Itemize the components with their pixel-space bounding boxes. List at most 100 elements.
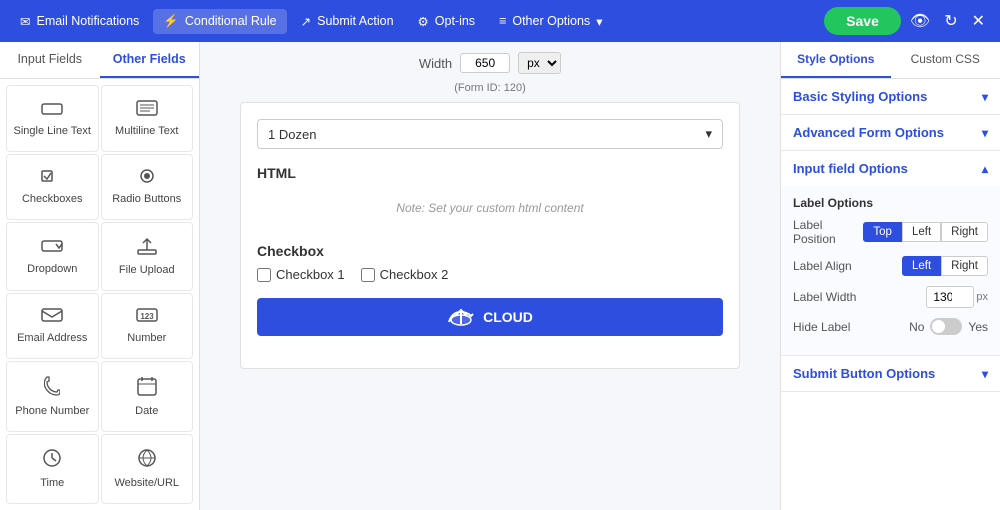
checkbox-item-2[interactable]: Checkbox 2 bbox=[361, 267, 449, 282]
field-dropdown[interactable]: Dropdown bbox=[6, 222, 99, 291]
label-align-group: Left Right bbox=[902, 256, 988, 276]
px-select[interactable]: px % bbox=[518, 52, 561, 74]
field-phone-label: Phone Number bbox=[15, 405, 89, 417]
submit-preview-button[interactable]: CLOUD bbox=[257, 298, 723, 336]
label-width-input[interactable] bbox=[926, 286, 974, 308]
form-row-submit-preview: CLOUD bbox=[257, 298, 723, 336]
right-tabs: Style Options Custom CSS bbox=[781, 42, 1000, 79]
field-date[interactable]: Date bbox=[101, 361, 194, 432]
close-button[interactable]: ✕ bbox=[967, 6, 990, 36]
accordion-input-header[interactable]: Input field Options ▴ bbox=[781, 151, 1000, 186]
single-line-icon bbox=[41, 100, 63, 121]
phone-icon bbox=[44, 376, 60, 401]
checkbox-1-label: Checkbox 1 bbox=[276, 267, 345, 282]
right-panel: Style Options Custom CSS Basic Styling O… bbox=[780, 42, 1000, 510]
field-email[interactable]: Email Address bbox=[6, 293, 99, 360]
top-nav: ✉ Email Notifications ⚡ Conditional Rule… bbox=[0, 0, 1000, 42]
accordion-basic-header[interactable]: Basic Styling Options ▾ bbox=[781, 79, 1000, 114]
refresh-button[interactable]: ↻ bbox=[939, 6, 962, 36]
time-icon bbox=[42, 448, 62, 473]
label-pos-left[interactable]: Left bbox=[902, 222, 941, 242]
accordion-submit-label: Submit Button Options bbox=[793, 366, 935, 381]
label-align-label: Label Align bbox=[793, 259, 852, 273]
html-section-label: HTML bbox=[257, 165, 723, 181]
save-button[interactable]: Save bbox=[824, 7, 901, 35]
accordion-advanced-label: Advanced Form Options bbox=[793, 125, 944, 140]
fields-grid: Single Line Text Multiline Text Checkbox… bbox=[0, 79, 199, 510]
field-radio-label: Radio Buttons bbox=[112, 193, 181, 205]
other-icon: ≡ bbox=[499, 14, 506, 28]
html-note: Note: Set your custom html content bbox=[257, 189, 723, 227]
accordion-input-body: Label Options Label Position Top Left Ri… bbox=[781, 186, 1000, 355]
label-width-label: Label Width bbox=[793, 290, 856, 304]
form-row-dropdown: 1 Dozen ▾ bbox=[257, 119, 723, 149]
checkbox-item-1[interactable]: Checkbox 1 bbox=[257, 267, 345, 282]
checkboxes-icon bbox=[41, 168, 63, 189]
nav-submit-label: Submit Action bbox=[317, 14, 393, 28]
field-date-label: Date bbox=[135, 405, 158, 417]
label-width-input-wrap: px bbox=[926, 286, 988, 308]
hide-label-row: Hide Label No Yes bbox=[793, 318, 988, 335]
tab-other-fields[interactable]: Other Fields bbox=[100, 42, 200, 78]
field-single-line[interactable]: Single Line Text bbox=[6, 85, 99, 152]
preview-button[interactable]: 👁 bbox=[905, 6, 935, 36]
field-phone[interactable]: Phone Number bbox=[6, 361, 99, 432]
tab-input-fields[interactable]: Input Fields bbox=[0, 42, 100, 78]
hide-label-label: Hide Label bbox=[793, 320, 850, 334]
nav-optins[interactable]: ⚙ Opt-ins bbox=[408, 9, 486, 34]
accordion-basic-label: Basic Styling Options bbox=[793, 89, 927, 104]
label-position-label: Label Position bbox=[793, 218, 863, 246]
tab-style-options[interactable]: Style Options bbox=[781, 42, 891, 78]
field-file-upload-label: File Upload bbox=[119, 264, 175, 276]
accordion-basic: Basic Styling Options ▾ bbox=[781, 79, 1000, 115]
field-website[interactable]: Website/URL bbox=[101, 434, 194, 505]
field-tabs: Input Fields Other Fields bbox=[0, 42, 199, 79]
nav-conditional[interactable]: ⚡ Conditional Rule bbox=[153, 9, 286, 34]
field-time[interactable]: Time bbox=[6, 434, 99, 505]
label-options-heading: Label Options bbox=[793, 196, 988, 210]
multiline-icon bbox=[136, 100, 158, 121]
field-number[interactable]: 123 Number bbox=[101, 293, 194, 360]
field-file-upload[interactable]: File Upload bbox=[101, 222, 194, 291]
hide-label-toggle[interactable] bbox=[930, 318, 962, 335]
field-radio[interactable]: Radio Buttons bbox=[101, 154, 194, 221]
chevron-submit-icon: ▾ bbox=[982, 367, 988, 381]
field-multiline[interactable]: Multiline Text bbox=[101, 85, 194, 152]
form-id: (Form ID: 120) bbox=[454, 82, 526, 94]
submit-icon: ↗ bbox=[301, 14, 311, 29]
accordion-input: Input field Options ▴ Label Options Labe… bbox=[781, 151, 1000, 356]
nav-conditional-label: Conditional Rule bbox=[185, 14, 277, 28]
dropdown-field[interactable]: 1 Dozen ▾ bbox=[257, 119, 723, 149]
accordion-advanced-header[interactable]: Advanced Form Options ▾ bbox=[781, 115, 1000, 150]
label-align-left[interactable]: Left bbox=[902, 256, 941, 276]
field-checkboxes-label: Checkboxes bbox=[22, 193, 83, 205]
canvas-form: 1 Dozen ▾ HTML Note: Set your custom htm… bbox=[240, 102, 740, 369]
chevron-input-icon: ▴ bbox=[982, 162, 988, 176]
field-multiline-label: Multiline Text bbox=[115, 125, 178, 137]
width-label: Width bbox=[419, 56, 452, 71]
accordion-submit-header[interactable]: Submit Button Options ▾ bbox=[781, 356, 1000, 391]
width-input[interactable] bbox=[460, 53, 510, 73]
hide-label-no: No bbox=[909, 320, 924, 334]
file-upload-icon bbox=[136, 237, 158, 260]
label-width-unit: px bbox=[976, 291, 988, 303]
left-panel: Input Fields Other Fields Single Line Te… bbox=[0, 42, 200, 510]
label-pos-right[interactable]: Right bbox=[941, 222, 988, 242]
field-checkboxes[interactable]: Checkboxes bbox=[6, 154, 99, 221]
label-pos-top[interactable]: Top bbox=[863, 222, 902, 242]
email-field-icon bbox=[41, 307, 63, 328]
svg-text:123: 123 bbox=[140, 312, 154, 321]
label-align-right[interactable]: Right bbox=[941, 256, 988, 276]
checkbox-1-input[interactable] bbox=[257, 268, 271, 282]
label-align-row: Label Align Left Right bbox=[793, 256, 988, 276]
nav-email-label: Email Notifications bbox=[36, 14, 139, 28]
nav-email[interactable]: ✉ Email Notifications bbox=[10, 9, 149, 34]
nav-submit[interactable]: ↗ Submit Action bbox=[291, 9, 404, 34]
tab-custom-css[interactable]: Custom CSS bbox=[891, 42, 1000, 78]
accordion-input-label: Input field Options bbox=[793, 161, 908, 176]
nav-other[interactable]: ≡ Other Options ▾ bbox=[489, 9, 612, 34]
center-canvas: Width px % (Form ID: 120) 1 Dozen ▾ HTML… bbox=[200, 42, 780, 510]
chevron-basic-icon: ▾ bbox=[982, 90, 988, 104]
number-icon: 123 bbox=[136, 307, 158, 328]
checkbox-2-input[interactable] bbox=[361, 268, 375, 282]
